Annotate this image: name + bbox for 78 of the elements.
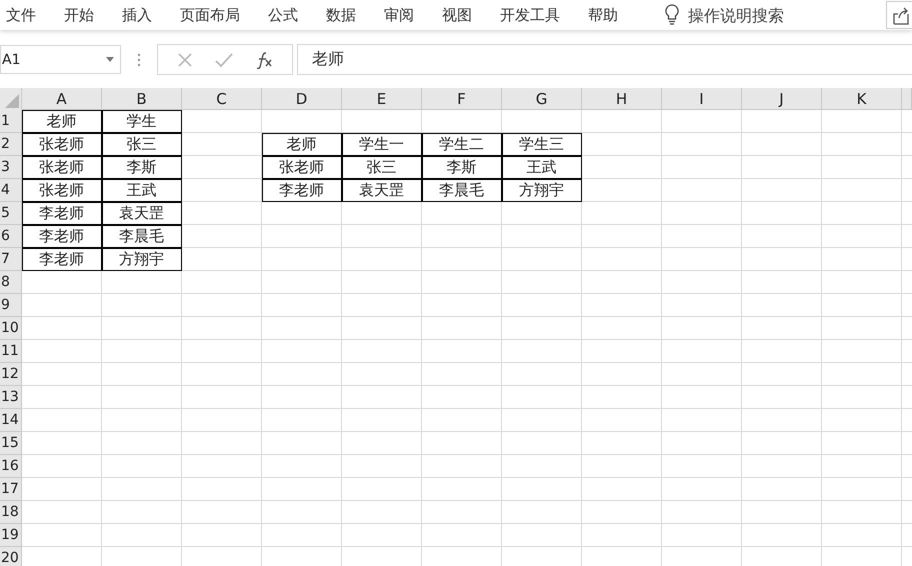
menu-tab[interactable]: 公式 [268,6,298,24]
column-header[interactable]: B [102,88,182,110]
table-cell: 袁天罡 [102,202,182,225]
row-header[interactable]: 1 [0,110,22,133]
row-header[interactable]: 16 [0,455,22,478]
column-header[interactable] [902,88,912,110]
row-header[interactable]: 13 [0,386,22,409]
menu-tab[interactable]: 审阅 [384,6,414,24]
table-cell: 张三 [342,156,422,179]
column-header[interactable]: H [582,88,662,110]
row-header[interactable]: 17 [0,478,22,501]
column-header[interactable]: J [742,88,822,110]
menu-tab[interactable]: 开始 [64,6,94,24]
caret-icon [106,57,114,62]
table-cell: 张老师 [22,133,102,156]
menu-tab[interactable]: 页面布局 [180,6,240,24]
row-header[interactable]: 11 [0,340,22,363]
column-header[interactable]: C [182,88,262,110]
table-cell: 张三 [102,133,182,156]
table-cell: 李老师 [22,202,102,225]
table-cell: 李老师 [22,248,102,271]
row-header[interactable]: 9 [0,294,22,317]
row-header[interactable]: 19 [0,524,22,547]
column-header[interactable]: I [662,88,742,110]
menu-tab[interactable]: 插入 [122,6,152,24]
menu-tab[interactable]: 文件 [6,6,36,24]
column-header[interactable]: K [822,88,902,110]
menu-tab[interactable]: 开发工具 [500,6,560,24]
table-cell: 学生 [102,110,182,133]
row-header[interactable]: 7 [0,248,22,271]
table-cell: 老师 [262,133,342,156]
row-header[interactable]: 6 [0,225,22,248]
table-cell: 学生一 [342,133,422,156]
drag-handle-icon[interactable] [137,52,141,66]
table-cell: 李老师 [262,179,342,202]
table-cell: 李晨毛 [422,179,502,202]
table-cell: 方翔宇 [102,248,182,271]
menu-tab[interactable]: 数据 [326,6,356,24]
table-cell: 李老师 [22,225,102,248]
row-header[interactable]: 10 [0,317,22,340]
row-header[interactable]: 18 [0,501,22,524]
row-header[interactable]: 20 [0,547,22,566]
menu-tab[interactable]: 帮助 [588,6,618,24]
table-cell: 李斯 [422,156,502,179]
cancel-icon[interactable] [177,52,193,68]
table-cell: 李晨毛 [102,225,182,248]
row-header[interactable]: 2 [0,133,22,156]
table-cell: 王武 [102,179,182,202]
check-icon[interactable] [215,52,233,68]
column-header[interactable]: E [342,88,422,110]
search-field[interactable]: 操作说明搜索 [688,6,828,24]
formula-field[interactable]: 老师 [297,44,912,75]
column-header[interactable]: G [502,88,582,110]
name-box[interactable]: A1 [0,45,121,74]
row-header[interactable]: 12 [0,363,22,386]
table-cell: 张老师 [22,156,102,179]
share-icon[interactable] [886,1,912,29]
table-cell: 袁天罡 [342,179,422,202]
table-cell: 张老师 [262,156,342,179]
table-cell: 王武 [502,156,582,179]
row-header[interactable]: 14 [0,409,22,432]
table-cell: 张老师 [22,179,102,202]
column-header[interactable]: D [262,88,342,110]
function-icon[interactable] [255,50,273,68]
table-cell: 李斯 [102,156,182,179]
table-cell: 学生二 [422,133,502,156]
table-cell: 老师 [22,110,102,133]
row-header[interactable]: 5 [0,202,22,225]
menu-tab[interactable]: 视图 [442,6,472,24]
table-cell: 方翔宇 [502,179,582,202]
column-header[interactable]: A [22,88,102,110]
table-cell: 学生三 [502,133,582,156]
row-header[interactable]: 15 [0,432,22,455]
row-header[interactable]: 4 [0,179,22,202]
row-header[interactable]: 8 [0,271,22,294]
column-header[interactable]: F [422,88,502,110]
row-header[interactable]: 3 [0,156,22,179]
lightbulb-icon [664,4,680,26]
